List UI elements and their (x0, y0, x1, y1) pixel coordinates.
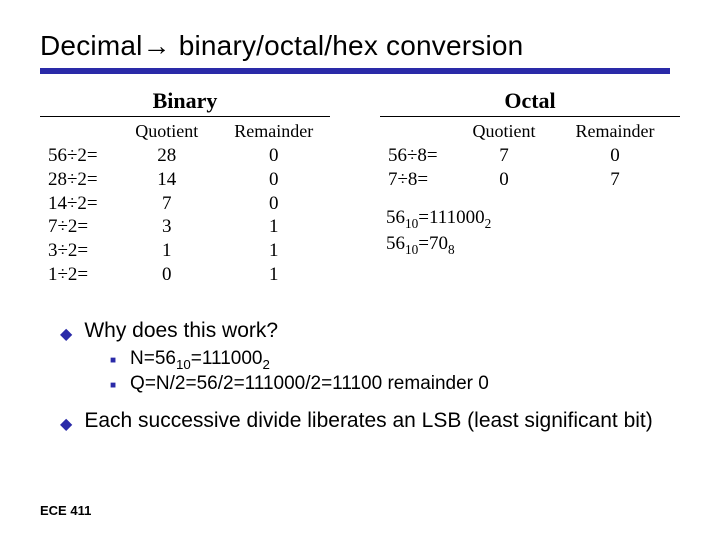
table-row: 3÷2=11 (40, 239, 330, 263)
sub-bullet-n: ■ N=5610=1110002 (110, 348, 680, 372)
table-row: 56÷8=70 (380, 144, 678, 168)
footer-label: ECE 411 (40, 503, 91, 518)
diamond-icon: ◆ (60, 324, 72, 344)
table-row: 28÷2=140 (40, 168, 330, 192)
binary-heading: Binary (40, 88, 330, 117)
octal-heading: Octal (380, 88, 680, 117)
binary-col-quotient: Quotient (116, 119, 218, 144)
tables-row: Binary Quotient Remainder 56÷2=280 28÷2=… (40, 88, 680, 287)
diamond-icon: ◆ (60, 414, 72, 434)
table-row: 7÷8=07 (380, 168, 678, 192)
octal-col-quotient: Quotient (456, 119, 552, 144)
sub-bullet-n-text: N=5610=1110002 (130, 348, 270, 372)
slide-title: Decimal→ binary/octal/hex conversion (40, 30, 680, 62)
octal-table: Octal Quotient Remainder 56÷8=70 7÷8=07 … (380, 88, 680, 287)
table-row: 1÷2=01 (40, 263, 330, 287)
octal-summary: 5610=1110002 5610=708 (380, 206, 680, 259)
bullet-list: ◆ Why does this work? ■ N=5610=1110002 ■… (40, 319, 680, 435)
title-rule (40, 68, 670, 74)
square-icon: ■ (110, 355, 116, 366)
summary-row: 5610=1110002 (380, 206, 497, 232)
bullet-why-text: Why does this work? (84, 319, 278, 343)
binary-header-row: Quotient Remainder (40, 119, 330, 144)
sub-bullet-q-text: Q=N/2=56/2=111000/2=11100 remainder 0 (130, 373, 489, 395)
binary-table: Binary Quotient Remainder 56÷2=280 28÷2=… (40, 88, 330, 287)
sub-bullet-q: ■ Q=N/2=56/2=111000/2=11100 remainder 0 (110, 373, 680, 395)
square-icon: ■ (110, 380, 116, 391)
bullet-why: ◆ Why does this work? (60, 319, 680, 344)
octal-col-remainder: Remainder (552, 119, 678, 144)
bullet-each-text: Each successive divide liberates an LSB … (84, 409, 652, 433)
table-row: 14÷2=70 (40, 192, 330, 216)
table-row: 56÷2=280 (40, 144, 330, 168)
bullet-each: ◆ Each successive divide liberates an LS… (60, 409, 680, 434)
octal-header-row: Quotient Remainder (380, 119, 678, 144)
table-row: 7÷2=31 (40, 215, 330, 239)
binary-col-remainder: Remainder (218, 119, 331, 144)
summary-row: 5610=708 (380, 232, 497, 258)
